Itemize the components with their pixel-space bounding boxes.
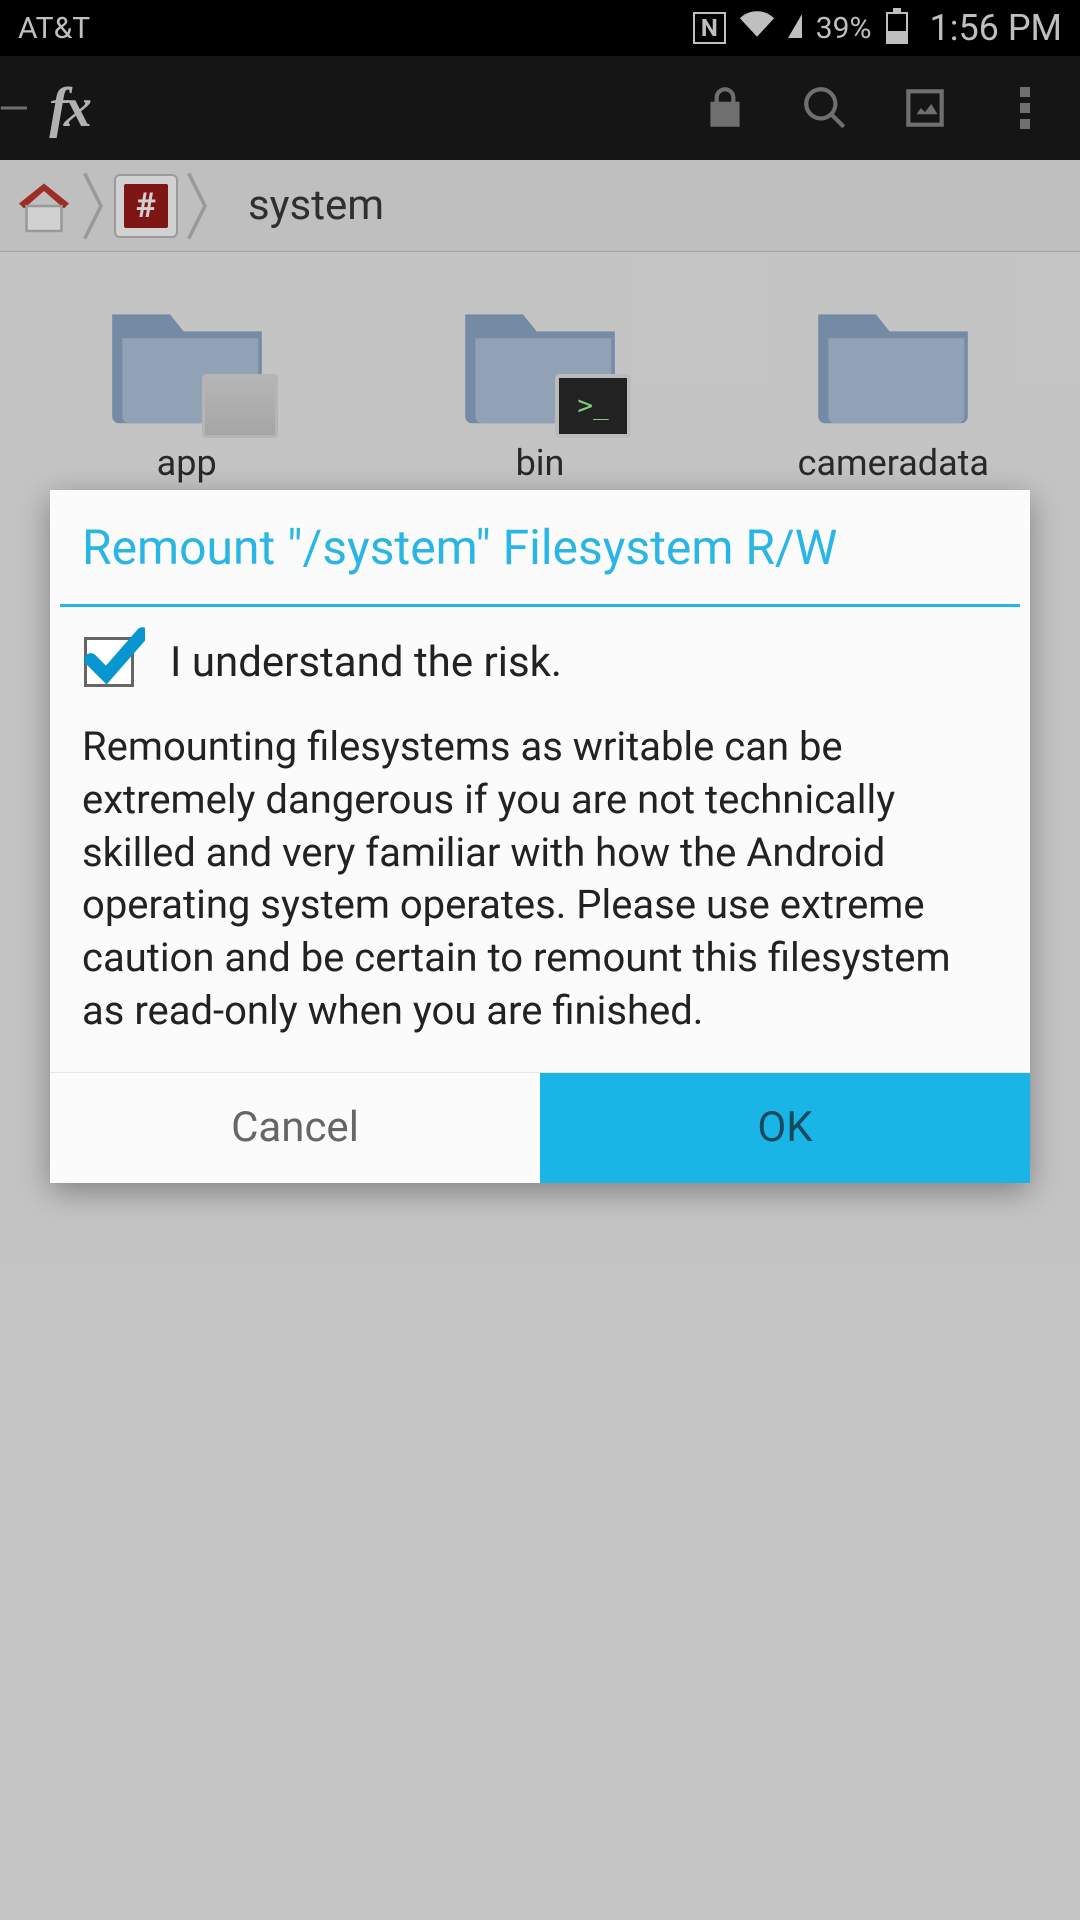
- folder-label: cameradata: [798, 442, 989, 484]
- remount-dialog: Remount "/system" Filesystem R/W I under…: [50, 490, 1030, 1183]
- root-icon[interactable]: #: [114, 174, 178, 238]
- risk-checkbox-label: I understand the risk.: [170, 638, 562, 687]
- folder-label: bin: [516, 442, 565, 484]
- signal-icon: [788, 11, 802, 46]
- ok-button[interactable]: OK: [540, 1073, 1030, 1183]
- folder-item[interactable]: >_ bin: [363, 272, 716, 504]
- status-bar: AT&T N 39% 1:56 PM: [0, 0, 1080, 56]
- folder-label: app: [157, 442, 217, 484]
- dialog-checkbox-row[interactable]: I understand the risk.: [50, 607, 1030, 707]
- back-dash-icon[interactable]: —: [0, 85, 29, 132]
- carrier-label: AT&T: [18, 11, 90, 46]
- breadcrumb: # system: [0, 160, 1080, 252]
- app-logo[interactable]: fx: [49, 76, 88, 140]
- folder-item[interactable]: cameradata: [717, 272, 1070, 504]
- package-badge-icon: [202, 374, 278, 438]
- image-icon[interactable]: [880, 63, 970, 153]
- dialog-title: Remount "/system" Filesystem R/W: [50, 490, 1030, 604]
- wifi-icon: [740, 7, 774, 49]
- folder-icon: [808, 292, 978, 432]
- terminal-badge-icon: >_: [555, 374, 631, 438]
- dialog-button-row: Cancel OK: [50, 1072, 1030, 1183]
- battery-pct: 39%: [816, 11, 872, 46]
- chevron-right-icon: [74, 171, 114, 241]
- nfc-icon: N: [693, 12, 726, 44]
- risk-checkbox[interactable]: [84, 637, 134, 687]
- search-icon[interactable]: [780, 63, 870, 153]
- battery-icon: [886, 12, 908, 44]
- chevron-right-icon: [178, 171, 218, 241]
- overflow-menu-icon[interactable]: [980, 63, 1070, 153]
- folder-icon: >_: [455, 292, 625, 432]
- status-right: N 39% 1:56 PM: [693, 7, 1062, 49]
- lock-icon[interactable]: [680, 63, 770, 153]
- breadcrumb-current: system: [248, 181, 384, 230]
- folder-item[interactable]: app: [10, 272, 363, 504]
- cancel-button[interactable]: Cancel: [50, 1073, 540, 1183]
- app-toolbar: — fx: [0, 56, 1080, 160]
- clock: 1:56 PM: [930, 7, 1063, 49]
- folder-icon: [102, 292, 272, 432]
- dialog-body-text: Remounting filesystems as writable can b…: [50, 707, 1030, 1072]
- home-icon[interactable]: [14, 176, 74, 236]
